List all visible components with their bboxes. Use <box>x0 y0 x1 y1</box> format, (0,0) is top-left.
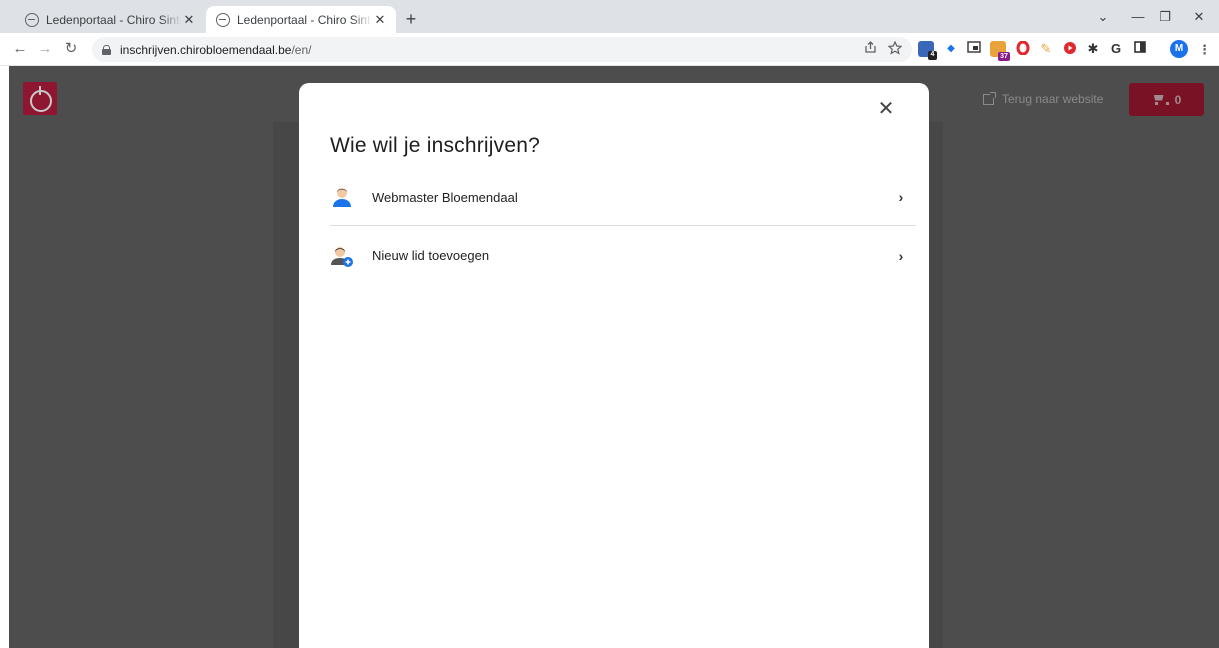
opera-extension-icon[interactable] <box>1015 40 1031 57</box>
google-extension-icon[interactable]: G <box>1108 41 1124 57</box>
chevron-right-icon: › <box>898 189 904 205</box>
cart-count: 0 <box>1174 92 1182 107</box>
record-extension-icon[interactable] <box>1062 41 1078 57</box>
cart-button[interactable]: 0 <box>1129 83 1204 116</box>
external-link-icon <box>983 91 996 105</box>
close-window-button[interactable]: ✕ <box>1186 6 1212 28</box>
back-to-website-label: Terug naar website <box>1002 92 1104 106</box>
minimize-button[interactable]: — <box>1125 6 1151 28</box>
cart-icon <box>1152 95 1169 105</box>
reload-button[interactable]: ↻ <box>60 38 82 60</box>
browser-toolbar: ← → ↻ inschrijven.chirobloemendaal.be/en… <box>0 33 1219 66</box>
pen-extension-icon[interactable]: ✎ <box>1038 41 1054 57</box>
close-tab-icon[interactable]: ✕ <box>372 12 388 28</box>
add-user-icon <box>330 244 354 268</box>
restore-button[interactable]: ❐ <box>1152 6 1178 28</box>
diamond-extension-icon[interactable]: ◆ <box>943 41 959 57</box>
browser-tab-strip: Ledenportaal - Chiro Sint-Jozef B ✕ Lede… <box>0 0 1219 33</box>
chiro-logo[interactable] <box>23 82 57 115</box>
select-member-modal: ✕ Wie wil je inschrijven? Webmaster Bloe… <box>299 83 929 648</box>
close-tab-icon[interactable]: ✕ <box>181 12 197 28</box>
address-bar[interactable]: inschrijven.chirobloemendaal.be/en/ <box>92 37 912 62</box>
kebab-menu-icon[interactable]: ⋮ <box>1196 41 1213 58</box>
chevron-right-icon: › <box>898 247 904 264</box>
globe-icon <box>25 12 39 27</box>
extension-icon-translate[interactable]: 4 <box>918 41 937 60</box>
url-text: inschrijven.chirobloemendaal.be/en/ <box>120 42 312 57</box>
back-button[interactable]: ← <box>9 38 31 60</box>
browser-tab-1[interactable]: Ledenportaal - Chiro Sint-Jozef B ✕ <box>15 6 205 33</box>
star-icon[interactable] <box>886 40 903 58</box>
member-option-new[interactable]: Nieuw lid toevoegen › <box>330 227 916 284</box>
member-option-webmaster[interactable]: Webmaster Bloemendaal › <box>330 169 916 226</box>
puzzle-icon[interactable]: ✱ <box>1085 41 1101 57</box>
forward-button[interactable]: → <box>34 38 56 60</box>
tab-search-icon[interactable]: ⌄ <box>1090 6 1116 28</box>
back-to-website-link[interactable]: Terug naar website <box>983 91 1104 106</box>
user-avatar-icon <box>330 185 354 209</box>
badge-extension-icon[interactable]: 37 <box>990 41 1010 61</box>
profile-avatar[interactable]: M <box>1170 40 1188 58</box>
browser-tab-2[interactable]: Ledenportaal - Chiro Sint-Jozef B ✕ <box>206 6 396 33</box>
option-label: Nieuw lid toevoegen <box>372 248 490 263</box>
tab-title: Ledenportaal - Chiro Sint-Jozef B <box>237 12 372 27</box>
new-tab-button[interactable]: + <box>400 9 422 31</box>
globe-icon <box>216 12 230 27</box>
tab-title: Ledenportaal - Chiro Sint-Jozef B <box>46 12 181 27</box>
lock-icon[interactable] <box>102 44 111 55</box>
sidepanel-icon[interactable] <box>1132 41 1148 57</box>
option-label: Webmaster Bloemendaal <box>372 189 518 205</box>
picture-in-picture-icon[interactable] <box>966 41 982 57</box>
close-icon[interactable]: ✕ <box>877 99 895 119</box>
modal-title: Wie wil je inschrijven? <box>330 134 540 157</box>
share-icon[interactable] <box>862 41 879 58</box>
